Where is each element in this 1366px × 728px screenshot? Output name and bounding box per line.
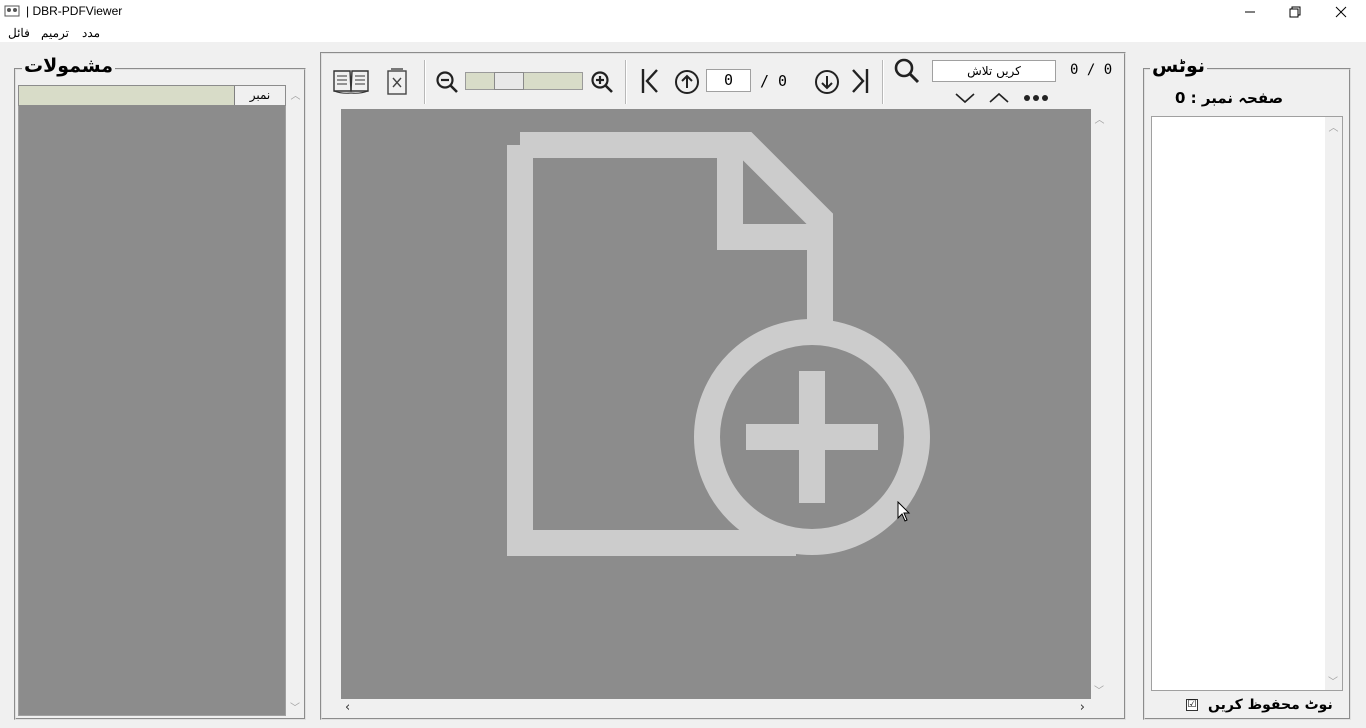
add-document-icon[interactable] xyxy=(496,121,946,571)
last-page-icon xyxy=(852,69,869,93)
restore-button[interactable] xyxy=(1272,0,1318,24)
toc-panel-title: مشمولات xyxy=(22,55,115,77)
toolbar-separator xyxy=(424,60,426,104)
page-total: / 0 xyxy=(760,72,788,90)
scroll-down-arrow-icon[interactable]: ﹀ xyxy=(290,699,300,714)
notes-textarea[interactable] xyxy=(1151,116,1343,691)
viewer-vertical-scrollbar[interactable]: ︿ ﹀ xyxy=(1091,109,1108,699)
first-page-icon xyxy=(641,69,658,93)
document-viewer[interactable] xyxy=(341,109,1091,699)
minimize-icon xyxy=(1245,11,1255,13)
next-page-button[interactable] xyxy=(813,68,841,96)
arrow-up-circle-icon xyxy=(675,70,699,94)
toc-list[interactable] xyxy=(18,85,286,716)
toolbar-separator xyxy=(882,60,884,104)
scroll-down-arrow-icon[interactable]: ﹀ xyxy=(1094,682,1104,697)
menu-bar xyxy=(0,24,1366,42)
chevron-down-icon xyxy=(955,93,975,104)
scroll-up-arrow-icon[interactable]: ︿ xyxy=(1325,119,1342,134)
zoom-slider-thumb[interactable] xyxy=(494,72,524,90)
toc-column-number[interactable]: نمبر xyxy=(234,86,285,105)
minimize-button[interactable] xyxy=(1227,0,1273,24)
scroll-up-arrow-icon[interactable]: ︿ xyxy=(287,87,304,102)
toolbar-separator xyxy=(625,60,627,104)
search-result-count: 0 / 0 xyxy=(1070,62,1113,78)
restore-icon xyxy=(1289,6,1301,18)
search-next-button[interactable] xyxy=(953,88,977,108)
chevron-up-icon xyxy=(989,92,1009,103)
scroll-up-arrow-icon[interactable]: ︿ xyxy=(1091,111,1108,126)
search-icon xyxy=(894,58,920,84)
zoom-slider[interactable] xyxy=(465,72,583,90)
scroll-down-arrow-icon[interactable]: ﹀ xyxy=(1328,673,1338,688)
open-book-button[interactable] xyxy=(331,64,371,98)
mouse-cursor-icon xyxy=(897,501,911,522)
zoom-in-button[interactable] xyxy=(589,69,615,95)
save-notes-checkbox[interactable]: ☑ xyxy=(1186,699,1198,711)
viewer-horizontal-scrollbar[interactable]: ‹ › xyxy=(341,699,1091,716)
close-icon xyxy=(1335,6,1347,18)
toc-scrollbar[interactable]: ︿ ﹀ xyxy=(287,85,304,716)
first-page-button[interactable] xyxy=(637,66,663,96)
zoom-out-button[interactable] xyxy=(434,69,460,95)
search-input[interactable]: کریں تلاش xyxy=(932,60,1056,82)
app-icon xyxy=(4,5,20,17)
notes-page-number: صفحہ نمبر : 0 xyxy=(1175,89,1284,107)
search-previous-button[interactable] xyxy=(987,88,1011,108)
notes-panel-title: نوٹس xyxy=(1150,55,1208,77)
menu-help[interactable]: مدد xyxy=(82,26,100,40)
scroll-right-arrow-icon[interactable]: › xyxy=(1080,700,1085,715)
last-page-button[interactable] xyxy=(847,66,873,96)
menu-file[interactable]: فائل xyxy=(8,26,30,40)
scroll-left-arrow-icon[interactable]: ‹ xyxy=(345,700,350,715)
window-title: | DBR-PDFViewer xyxy=(26,4,123,18)
search-button[interactable] xyxy=(892,56,922,86)
page-number-input[interactable]: 0 xyxy=(706,69,751,92)
more-options-icon xyxy=(1024,95,1048,101)
close-window-button[interactable] xyxy=(1318,0,1364,24)
close-document-icon xyxy=(387,68,407,95)
previous-page-button[interactable] xyxy=(673,68,701,96)
zoom-out-icon xyxy=(436,71,458,93)
close-document-button[interactable] xyxy=(383,64,411,98)
toc-header: نمبر xyxy=(18,85,286,106)
search-options-button[interactable] xyxy=(1021,88,1051,108)
open-book-icon xyxy=(333,70,369,94)
notes-scrollbar[interactable]: ︿ ﹀ xyxy=(1325,117,1342,690)
menu-edit[interactable]: ترمیم xyxy=(41,26,69,40)
zoom-in-icon xyxy=(591,71,613,93)
title-bar xyxy=(0,0,1366,24)
save-notes-label[interactable]: نوٹ محفوظ کریں xyxy=(1208,697,1333,713)
arrow-down-circle-icon xyxy=(815,70,839,94)
